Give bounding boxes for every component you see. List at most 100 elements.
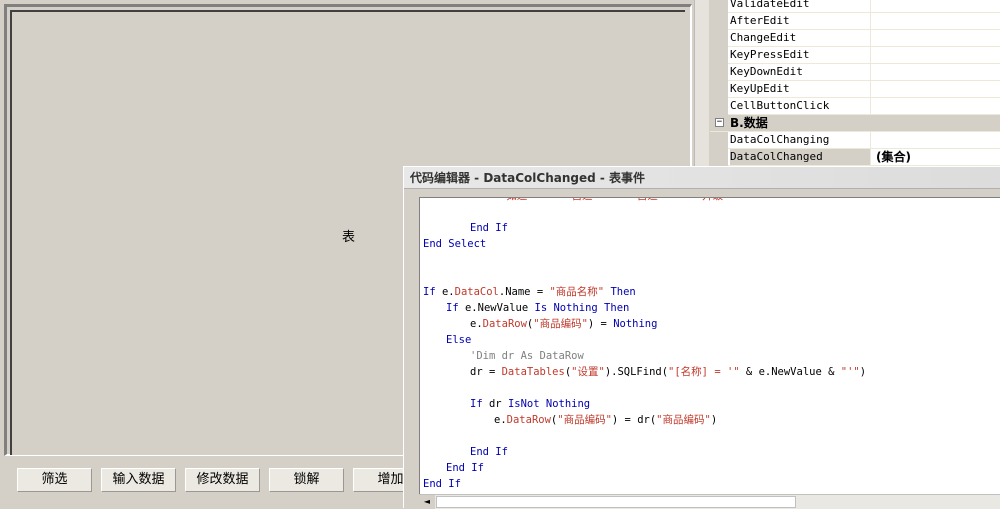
row-gutter [710, 30, 728, 47]
keyword: If [423, 286, 436, 298]
code-line-partial: "如适" "自适" "自适" "升级" [500, 198, 729, 204]
code-line: Else [446, 332, 471, 348]
code-text: ) = dr( [611, 414, 657, 426]
code-string: "'" [840, 366, 860, 378]
code-text: e. [494, 414, 507, 426]
category-label: B.数据 [730, 116, 768, 130]
code-string: "商品编码" [656, 414, 711, 426]
code-text: dr [482, 398, 508, 410]
code-line: End Select [423, 236, 486, 252]
keyword: Then [604, 286, 636, 298]
property-name: AfterEdit [730, 13, 871, 29]
code-line: End If [470, 220, 508, 236]
keyword: Is Nothing Then [534, 302, 630, 314]
code-property: DataRow [482, 318, 527, 330]
property-name: ValidateEdit [730, 0, 871, 12]
row-gutter [710, 81, 728, 98]
code-text-area[interactable]: "如适" "自适" "自适" "升级" End If End Select If… [419, 197, 1000, 494]
table-label: 表 [342, 230, 356, 245]
keyword: End Select [423, 238, 487, 250]
code-text: .Name = [498, 286, 550, 298]
code-text: e. [470, 318, 483, 330]
property-value[interactable] [872, 64, 1000, 80]
code-string: "商品编码" [533, 318, 588, 330]
code-line: dr = DataTables("设置").SQLFind("[名称] = '"… [470, 364, 866, 380]
keyword: If [446, 302, 459, 314]
keyword: Else [446, 334, 472, 346]
property-name: KeyPressEdit [730, 47, 871, 63]
code-comment: 'Dim dr As DataRow [470, 350, 584, 362]
code-line: If e.DataCol.Name = "商品名称" Then [423, 284, 636, 300]
property-row[interactable]: ValidateEdit [710, 0, 1000, 13]
property-name: KeyDownEdit [730, 64, 871, 80]
code-text: dr = [470, 366, 502, 378]
code-text: ) = [587, 318, 614, 330]
code-property: DataCol [454, 286, 499, 298]
property-row-selected[interactable]: DataColChanged (集合) [710, 149, 1000, 166]
code-line: 'Dim dr As DataRow [470, 348, 584, 364]
property-row[interactable]: KeyDownEdit [710, 64, 1000, 81]
property-value[interactable]: (集合) [872, 149, 1000, 165]
editor-title-bar[interactable]: 代码编辑器 - DataColChanged - 表事件 [404, 167, 1000, 189]
unlock-button[interactable]: 锁解 [269, 468, 344, 492]
property-name: DataColChanged [730, 149, 871, 165]
code-line: End If [470, 444, 508, 460]
code-string: "商品编码" [557, 414, 612, 426]
input-data-button[interactable]: 输入数据 [101, 468, 176, 492]
keyword: IsNot Nothing [507, 398, 591, 410]
horizontal-scrollbar[interactable]: ◄ [419, 494, 1000, 509]
row-gutter [710, 149, 728, 166]
modify-data-button[interactable]: 修改数据 [185, 468, 260, 492]
code-text: ).SQLFind( [604, 366, 669, 378]
property-name: CellButtonClick [730, 98, 871, 114]
property-name: KeyUpEdit [730, 81, 871, 97]
code-text: ) [710, 414, 718, 426]
keyword: End If [470, 446, 508, 458]
filter-button[interactable]: 筛选 [17, 468, 92, 492]
code-line: e.DataRow("商品编码") = dr("商品编码") [494, 412, 717, 428]
code-line: If dr IsNot Nothing [470, 396, 590, 412]
code-text: ) [859, 366, 867, 378]
property-value[interactable] [872, 98, 1000, 114]
property-value[interactable] [872, 30, 1000, 46]
property-row[interactable]: DataColChanging [710, 132, 1000, 149]
row-gutter [710, 13, 728, 30]
property-row[interactable]: AfterEdit [710, 13, 1000, 30]
property-grid: ValidateEdit AfterEdit ChangeEdit KeyPre… [710, 0, 1000, 170]
row-gutter [710, 64, 728, 81]
property-value[interactable] [872, 132, 1000, 148]
code-text: e.NewValue [458, 302, 535, 314]
scroll-left-icon[interactable]: ◄ [419, 495, 435, 509]
code-line: End If [423, 476, 461, 492]
code-text: e. [435, 286, 455, 298]
code-string: "[名称] = '" [668, 366, 740, 378]
property-value[interactable] [872, 0, 1000, 12]
property-name: ChangeEdit [730, 30, 871, 46]
property-row[interactable]: ChangeEdit [710, 30, 1000, 47]
property-category[interactable]: − B.数据 [710, 115, 1000, 132]
row-gutter [710, 132, 728, 149]
code-line: If e.NewValue Is Nothing Then [446, 300, 629, 316]
keyword: End If [470, 222, 508, 234]
keyword: End If [446, 462, 484, 474]
property-value[interactable] [872, 47, 1000, 63]
code-line: e.DataRow("商品编码") = Nothing [470, 316, 657, 332]
row-gutter [710, 0, 728, 13]
property-value[interactable] [872, 13, 1000, 29]
code-string: "商品名称" [549, 286, 605, 298]
scroll-thumb[interactable] [436, 496, 796, 508]
property-value[interactable] [872, 81, 1000, 97]
code-property: DataTables [501, 366, 565, 378]
property-row[interactable]: CellButtonClick [710, 98, 1000, 115]
property-name: DataColChanging [730, 132, 871, 148]
row-gutter [710, 47, 728, 64]
keyword: End If [423, 478, 461, 490]
collapse-icon[interactable]: − [715, 118, 724, 127]
code-line: End If [446, 460, 484, 476]
property-row[interactable]: KeyUpEdit [710, 81, 1000, 98]
code-text: & e.NewValue & [739, 366, 841, 378]
property-row[interactable]: KeyPressEdit [710, 47, 1000, 64]
code-string: "设置" [571, 366, 605, 378]
row-gutter [710, 98, 728, 115]
code-property: DataRow [506, 414, 551, 426]
